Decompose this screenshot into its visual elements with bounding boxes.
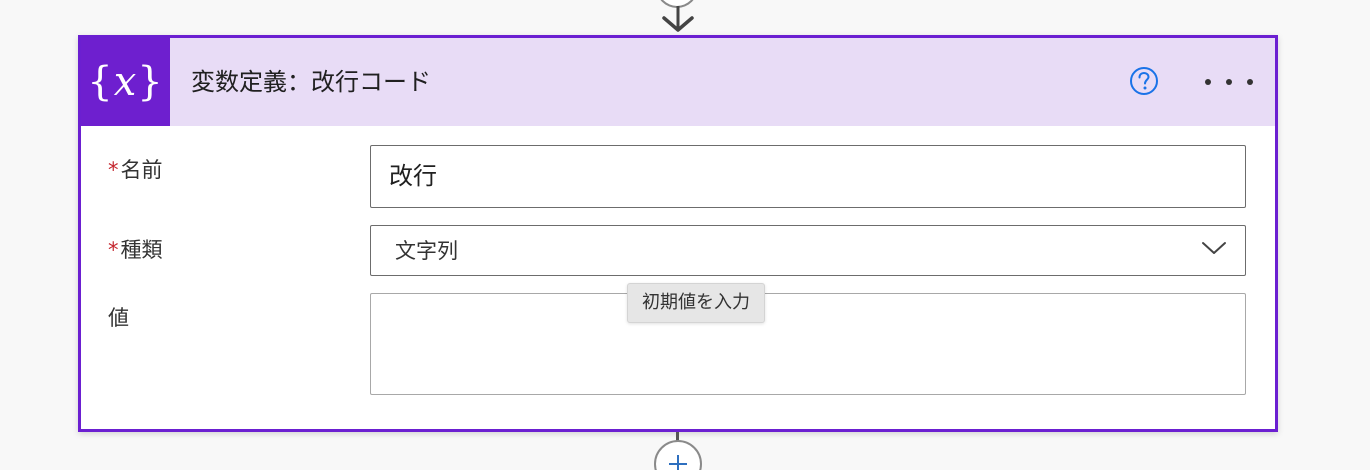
value-textarea[interactable] bbox=[370, 293, 1246, 395]
type-select[interactable]: 文字列 bbox=[370, 225, 1246, 276]
arrow-down-icon bbox=[662, 6, 694, 32]
action-card[interactable]: {x} 変数定義：改行コード *名前 改行 *種類 文字列 値 初期値を入力 bbox=[78, 35, 1278, 432]
value-label: 値 bbox=[108, 306, 129, 330]
name-label: *名前 bbox=[108, 156, 163, 184]
ellipsis-icon[interactable] bbox=[1205, 72, 1253, 92]
required-mark: * bbox=[108, 238, 119, 262]
name-input[interactable]: 改行 bbox=[370, 145, 1246, 208]
question-circle-icon[interactable] bbox=[1129, 66, 1159, 96]
type-label-text: 種類 bbox=[120, 238, 163, 262]
type-label: *種類 bbox=[108, 236, 163, 264]
variable-braces-icon: {x} bbox=[81, 38, 170, 126]
type-select-value: 文字列 bbox=[395, 239, 458, 263]
flow-canvas: {x} 変数定義：改行コード *名前 改行 *種類 文字列 値 初期値を入力 bbox=[0, 0, 1370, 470]
name-label-text: 名前 bbox=[120, 158, 163, 182]
chevron-down-icon[interactable] bbox=[1201, 240, 1227, 256]
card-header[interactable]: {x} 変数定義：改行コード bbox=[81, 38, 1275, 126]
placeholder-tooltip: 初期値を入力 bbox=[627, 283, 765, 323]
plus-icon bbox=[669, 455, 687, 470]
required-mark: * bbox=[108, 158, 119, 182]
card-title[interactable]: 変数定義：改行コード bbox=[191, 66, 431, 98]
add-step-button[interactable] bbox=[654, 440, 702, 470]
